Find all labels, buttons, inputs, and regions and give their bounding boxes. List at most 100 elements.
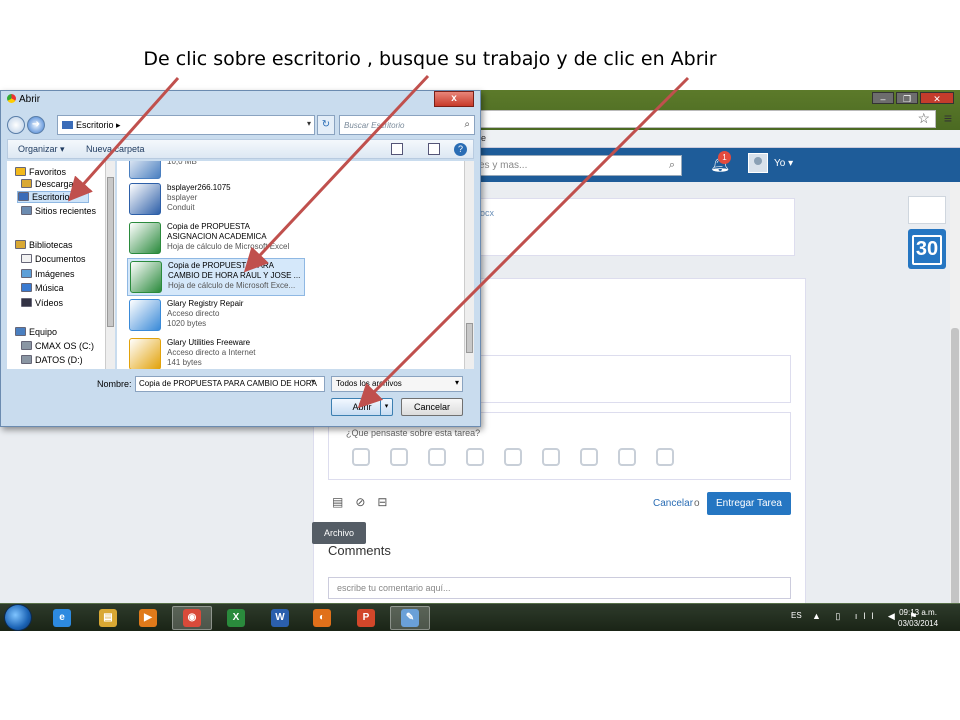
nav-item-label: Documentos	[35, 254, 86, 264]
emoji-icon[interactable]	[618, 448, 636, 466]
start-button[interactable]	[4, 604, 32, 631]
nav-item-label: Descargas	[35, 179, 79, 189]
nav-item-datos-d[interactable]: DATOS (D:)	[21, 355, 83, 365]
emoji-icon[interactable]	[542, 448, 560, 466]
chevron-down-icon[interactable]: ▾	[307, 119, 311, 128]
emoji-icon[interactable]	[390, 448, 408, 466]
nav-item-bibliotecas[interactable]: Bibliotecas	[15, 240, 73, 250]
filetype-value: Todos los archivos	[336, 379, 402, 388]
taskbar-app[interactable]: W	[260, 606, 300, 630]
site-search-input[interactable]: es y mas... ⌕	[470, 155, 682, 176]
attachment-link[interactable]: ocx	[480, 208, 494, 218]
minimize-button[interactable]: –	[872, 92, 894, 104]
new-folder-button[interactable]: Nueva carpeta	[86, 144, 145, 154]
calendar-icon[interactable]: 30	[908, 229, 946, 269]
open-split-arrow[interactable]: ▾	[380, 399, 392, 415]
taskbar-app[interactable]: P	[346, 606, 386, 630]
downloads-icon	[21, 179, 32, 188]
filename-label: Nombre:	[97, 379, 132, 389]
file-item[interactable]: 10,0 MB	[127, 161, 305, 183]
dialog-search-input[interactable]: Buscar Escritorio ⌕	[339, 115, 475, 135]
nav-item-favoritos[interactable]: Favoritos	[15, 167, 66, 177]
link-icon[interactable]: ⊘	[355, 495, 365, 509]
file-scroll-thumb[interactable]	[466, 323, 473, 353]
page-scrollbar[interactable]	[950, 182, 960, 631]
nav-item-escritorio[interactable]: Escritorio	[17, 191, 89, 203]
drive-icon[interactable]: ⊟	[377, 495, 387, 509]
nav-scroll-thumb[interactable]	[107, 177, 114, 327]
file-detail: 1020 bytes	[167, 319, 207, 328]
filetype-select[interactable]: Todos los archivos ▾	[331, 376, 463, 392]
menu-icon[interactable]: ≡	[944, 110, 952, 126]
refresh-button[interactable]: ↻	[317, 115, 335, 135]
language-indicator[interactable]: ES	[791, 611, 802, 620]
clock[interactable]: 09:13 a.m. 03/03/2014	[898, 607, 938, 629]
clock-time: 09:13 a.m.	[899, 608, 937, 617]
bookmark-star-icon[interactable]: ☆	[917, 110, 930, 127]
dialog-search-placeholder: Buscar Escritorio	[344, 121, 405, 130]
nav-item-im-genes[interactable]: Imágenes	[21, 269, 75, 279]
submit-task-button[interactable]: Entregar Tarea	[707, 492, 791, 515]
taskbar-app[interactable]: ✎	[390, 606, 430, 630]
dialog-close-button[interactable]: x	[434, 91, 474, 107]
taskbar-app[interactable]: ◐	[302, 606, 342, 630]
file-item[interactable]: Copia de PROPUESTA PARA CAMBIO DE HORA R…	[127, 258, 305, 296]
file-icon[interactable]: ▤	[332, 495, 343, 509]
emoji-icon[interactable]	[656, 448, 674, 466]
nav-item-equipo[interactable]: Equipo	[15, 327, 57, 337]
file-item[interactable]: Glary Utilities Freeware Acceso directo a…	[127, 336, 305, 369]
filename-input[interactable]: Copia de PROPUESTA PARA CAMBIO DE HORA	[135, 376, 325, 392]
star-icon	[15, 167, 26, 176]
user-menu[interactable]: Yo ▾	[774, 158, 793, 169]
file-detail: Acceso directo	[167, 309, 220, 318]
cancel-button[interactable]: Cancelar	[401, 398, 463, 416]
avatar[interactable]	[748, 153, 768, 173]
taskbar-app[interactable]: ◉	[172, 606, 212, 630]
maximize-button[interactable]: ❐	[896, 92, 918, 104]
file-scrollbar[interactable]	[464, 161, 474, 369]
taskbar: e ▤ ▶ ◉ X W ◐ P ✎ ES ▲ ▯ ıll ◀ ⚑ 09:13 a.m. 03/0…	[0, 603, 960, 631]
file-item[interactable]: bsplayer266.1075 bsplayer Conduit	[127, 181, 305, 219]
chevron-down-icon[interactable]: ▾	[311, 377, 315, 386]
nav-item-documentos[interactable]: Documentos	[21, 254, 86, 264]
nav-item-v-deos[interactable]: Vídeos	[21, 298, 63, 308]
tooltip: Archivo	[312, 522, 366, 544]
nav-scrollbar[interactable]	[105, 161, 115, 369]
search-icon[interactable]: ⌕	[669, 159, 675, 172]
back-button[interactable]	[7, 116, 25, 134]
comment-input[interactable]: escribe tu comentario aquí...	[328, 577, 791, 599]
taskbar-app[interactable]: X	[216, 606, 256, 630]
open-button[interactable]: Abrir ▾	[331, 398, 393, 416]
emoji-icon[interactable]	[580, 448, 598, 466]
file-detail: bsplayer	[167, 193, 198, 202]
open-dialog: Abrir x ➜ Escritorio ▸ ▾ ↻ Buscar Escrit…	[0, 90, 481, 427]
path-breadcrumb[interactable]: Escritorio ▸ ▾	[57, 115, 315, 135]
nav-item-m-sica[interactable]: Música	[21, 283, 64, 293]
close-button[interactable]: ✕	[920, 92, 954, 104]
nav-item-sitios-recientes[interactable]: Sitios recientes	[21, 206, 96, 216]
view-options-icon[interactable]	[391, 143, 403, 155]
apps-icon[interactable]	[908, 196, 946, 224]
taskbar-app[interactable]: ▶	[128, 606, 168, 630]
app-icon	[129, 161, 161, 179]
emoji-icon[interactable]	[504, 448, 522, 466]
scroll-thumb[interactable]	[951, 328, 959, 631]
taskbar-app[interactable]: ▤	[88, 606, 128, 630]
organize-button[interactable]: Organizar ▾	[18, 144, 65, 155]
address-bar[interactable]	[470, 110, 936, 128]
emoji-icon[interactable]	[352, 448, 370, 466]
videos-icon	[21, 298, 32, 307]
file-item[interactable]: Glary Registry Repair Acceso directo 1020 …	[127, 297, 305, 335]
emoji-icon[interactable]	[428, 448, 446, 466]
cancel-link[interactable]: Cancelar	[653, 498, 693, 509]
nav-item-cmax-os-c[interactable]: CMAX OS (C:)	[21, 341, 94, 351]
help-icon[interactable]: ?	[454, 143, 467, 156]
comments-heading: Comments	[328, 543, 391, 558]
emoji-icon[interactable]	[466, 448, 484, 466]
search-icon[interactable]: ⌕	[464, 119, 470, 130]
preview-pane-icon[interactable]	[428, 143, 440, 155]
taskbar-app[interactable]: e	[42, 606, 82, 630]
forward-button[interactable]: ➜	[27, 116, 45, 134]
nav-item-descargas[interactable]: Descargas	[21, 179, 78, 189]
file-item[interactable]: Copia de PROPUESTA ASIGNACION ACADEMICA H…	[127, 220, 305, 258]
